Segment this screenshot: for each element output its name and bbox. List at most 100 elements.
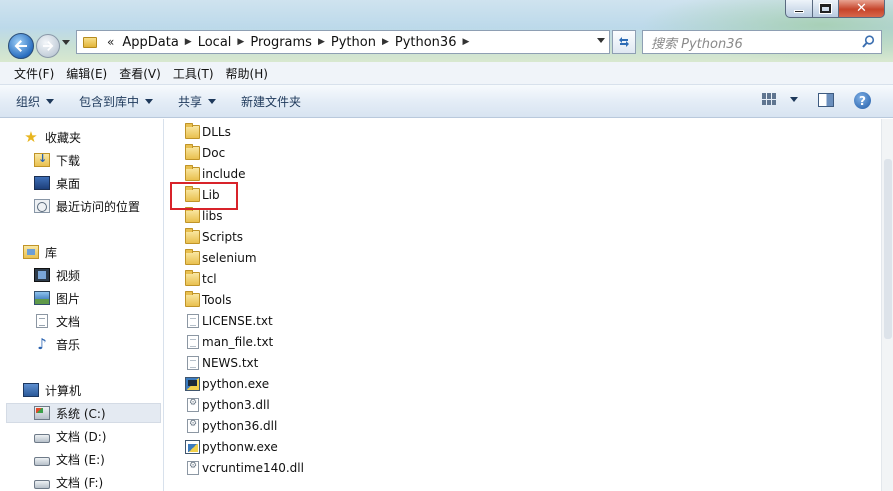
menu-view[interactable]: 查看(V) (113, 65, 167, 82)
search-icon[interactable] (862, 35, 875, 48)
file-item-doc[interactable]: Doc (185, 143, 225, 163)
file-name: NEWS.txt (202, 356, 259, 370)
text-file-icon (187, 335, 199, 349)
minimize-icon (794, 10, 804, 13)
video-icon (34, 268, 50, 282)
close-button[interactable]: ✕ (839, 0, 885, 18)
nav-favorites-label: 收藏夹 (45, 130, 82, 145)
folder-icon (185, 249, 200, 265)
nav-drive-f[interactable]: 文档 (F:) (0, 472, 162, 491)
folder-icon (185, 123, 200, 139)
file-item-include[interactable]: include (185, 164, 245, 184)
file-name: selenium (202, 251, 257, 265)
file-item-license[interactable]: LICENSE.txt (185, 311, 273, 331)
breadcrumb-item[interactable]: Python36 (391, 35, 461, 50)
downloads-icon (34, 152, 50, 167)
minimize-button[interactable] (785, 0, 813, 18)
breadcrumb-separator-icon[interactable]: ▶ (316, 37, 327, 47)
help-button[interactable]: ? (854, 92, 871, 109)
window-controls: ✕ (785, 0, 885, 18)
folder-icon (83, 36, 97, 48)
back-button[interactable] (8, 33, 34, 59)
system-drive-icon (34, 406, 50, 420)
text-file-icon (187, 356, 199, 370)
folder-icon (185, 291, 200, 307)
file-list: DLLs Doc include Lib libs Scripts seleni… (165, 119, 881, 491)
nav-libraries[interactable]: 库 (0, 242, 162, 262)
address-dropdown-icon[interactable] (597, 38, 605, 43)
breadcrumb-item[interactable]: AppData (118, 35, 182, 50)
search-input[interactable]: 搜索 Python36 (642, 30, 882, 54)
menu-help[interactable]: 帮助(H) (220, 65, 274, 82)
new-folder-button[interactable]: 新建文件夹 (241, 93, 301, 110)
file-item-python-exe[interactable]: python.exe (185, 374, 269, 394)
menu-edit[interactable]: 编辑(E) (60, 65, 113, 82)
nav-drive-d[interactable]: 文档 (D:) (0, 426, 162, 446)
file-name: libs (202, 209, 223, 223)
menu-file[interactable]: 文件(F) (8, 65, 60, 82)
file-item-tcl[interactable]: tcl (185, 269, 217, 289)
file-name: vcruntime140.dll (202, 461, 304, 475)
nav-downloads[interactable]: 下载 (0, 150, 162, 170)
nav-drive-c[interactable]: 系统 (C:) (6, 403, 161, 423)
maximize-button[interactable] (813, 0, 839, 18)
file-item-news[interactable]: NEWS.txt (185, 353, 258, 373)
file-item-man-file[interactable]: man_file.txt (185, 332, 273, 352)
file-item-python3-dll[interactable]: python3.dll (185, 395, 270, 415)
back-arrow-icon (14, 40, 27, 52)
help-icon: ? (859, 93, 866, 108)
nav-recent-places[interactable]: 最近访问的位置 (0, 196, 162, 216)
nav-pictures[interactable]: 图片 (0, 288, 162, 308)
change-view-button[interactable] (762, 93, 798, 105)
nav-drive-e[interactable]: 文档 (E:) (0, 449, 162, 469)
computer-icon (23, 383, 39, 397)
file-item-vcruntime-dll[interactable]: vcruntime140.dll (185, 458, 304, 478)
nav-pictures-label: 图片 (56, 291, 81, 306)
file-item-pythonw-exe[interactable]: pythonw.exe (185, 437, 278, 457)
nav-favorites[interactable]: ★ 收藏夹 (0, 127, 162, 147)
breadcrumb-separator-icon[interactable]: ▶ (235, 37, 246, 47)
file-item-dlls[interactable]: DLLs (185, 122, 231, 142)
nav-music[interactable]: ♪ 音乐 (0, 334, 162, 354)
file-name: Tools (202, 293, 232, 307)
organize-button[interactable]: 组织 (16, 93, 55, 110)
nav-drive-f-label: 文档 (F:) (56, 475, 104, 490)
breadcrumb-overflow[interactable]: « (103, 35, 118, 49)
maximize-icon (819, 3, 832, 14)
nav-desktop[interactable]: 桌面 (0, 173, 162, 193)
file-item-scripts[interactable]: Scripts (185, 227, 243, 247)
dll-file-icon (187, 461, 199, 475)
breadcrumb-separator-icon[interactable]: ▶ (183, 37, 194, 47)
nav-drive-d-label: 文档 (D:) (56, 429, 107, 444)
forward-button[interactable] (36, 34, 60, 58)
breadcrumb-item[interactable]: Python (327, 35, 380, 50)
chevron-down-icon[interactable] (790, 96, 798, 102)
refresh-button[interactable] (612, 30, 636, 54)
share-button[interactable]: 共享 (178, 93, 217, 110)
nav-videos[interactable]: 视频 (0, 265, 162, 285)
nav-computer[interactable]: 计算机 (0, 380, 162, 400)
vertical-scrollbar[interactable] (881, 119, 893, 491)
recent-pages-button[interactable] (62, 38, 72, 52)
nav-drive-c-label: 系统 (C:) (56, 406, 106, 421)
file-item-tools[interactable]: Tools (185, 290, 232, 310)
view-grid-icon (762, 93, 776, 105)
python-exe-icon (185, 377, 200, 391)
breadcrumb-separator-icon[interactable]: ▶ (460, 37, 471, 47)
library-icon (23, 245, 39, 259)
include-in-library-button[interactable]: 包含到库中 (79, 93, 154, 110)
preview-pane-button[interactable] (818, 93, 834, 107)
navigation-pane: ★ 收藏夹 下载 桌面 最近访问的位置 库 视频 图片 文档 ♪ 音乐 计算机 … (0, 119, 164, 491)
breadcrumb-separator-icon[interactable]: ▶ (380, 37, 391, 47)
file-name: pythonw.exe (202, 440, 278, 454)
address-bar[interactable]: « AppData ▶ Local ▶ Programs ▶ Python ▶ … (76, 30, 610, 54)
menu-tools[interactable]: 工具(T) (167, 65, 220, 82)
file-name: tcl (202, 272, 217, 286)
file-item-selenium[interactable]: selenium (185, 248, 257, 268)
organize-label: 组织 (16, 94, 41, 109)
breadcrumb-item[interactable]: Programs (246, 35, 316, 50)
nav-documents[interactable]: 文档 (0, 311, 162, 331)
file-item-python36-dll[interactable]: python36.dll (185, 416, 277, 436)
breadcrumb-item[interactable]: Local (194, 35, 236, 50)
scroll-thumb[interactable] (884, 159, 892, 339)
